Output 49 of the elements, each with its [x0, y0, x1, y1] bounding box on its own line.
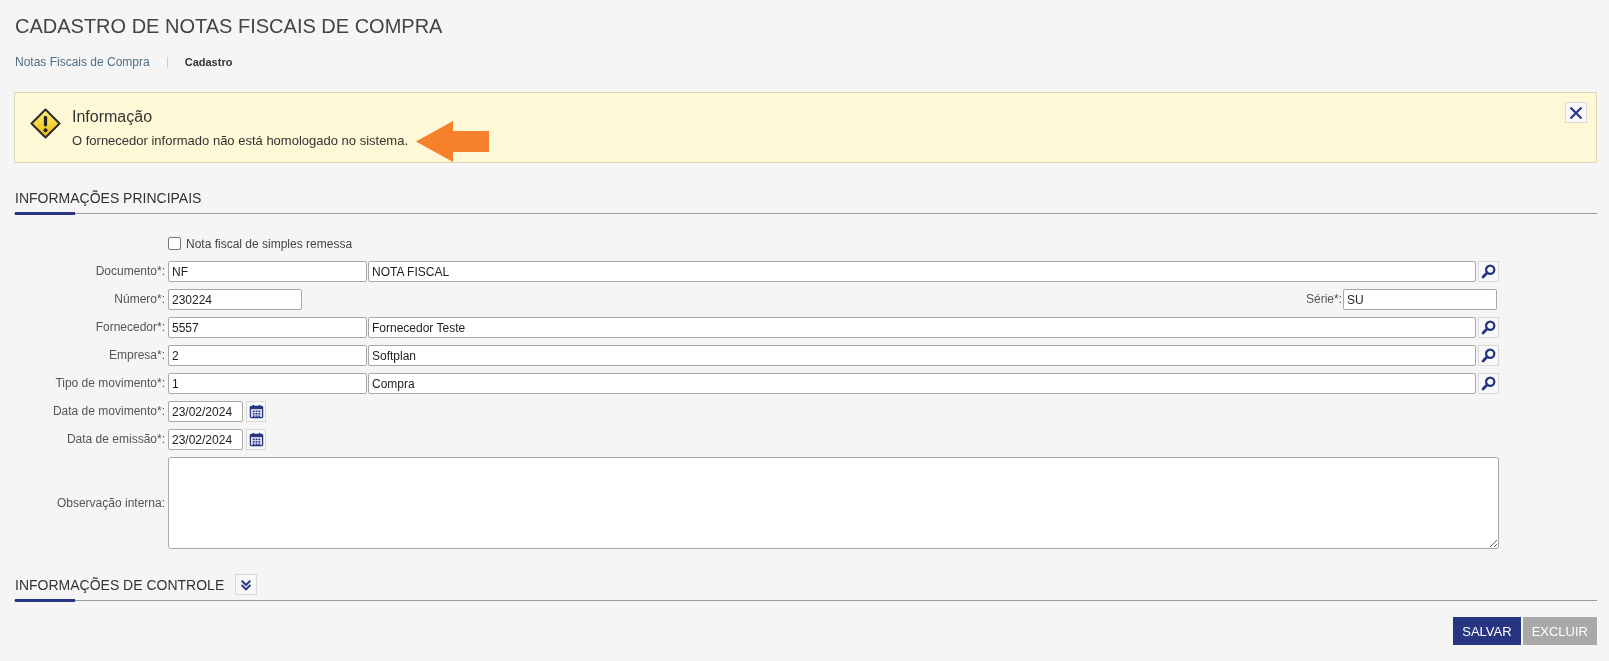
- checkbox-label: Nota fiscal de simples remessa: [186, 236, 353, 251]
- description-field[interactable]: Fornecedor Teste: [368, 317, 1476, 338]
- field-label: Empresa*:: [107, 347, 165, 364]
- description-field[interactable]: Compra: [368, 373, 1476, 394]
- search-button[interactable]: [1478, 261, 1499, 282]
- description-field[interactable]: Softplan: [368, 345, 1476, 366]
- search-icon: [1481, 320, 1496, 335]
- search-button[interactable]: [1478, 373, 1499, 394]
- field-label: Data de movimento*:: [51, 403, 165, 420]
- close-button[interactable]: [1565, 102, 1587, 123]
- alert-title: Informação: [72, 107, 154, 127]
- field-label: Data de emissão*:: [65, 431, 165, 448]
- calendar-button[interactable]: [246, 429, 266, 450]
- description-field[interactable]: NOTA FISCAL: [368, 261, 1476, 282]
- text-field[interactable]: SU: [1343, 289, 1497, 310]
- search-icon: [1481, 376, 1496, 391]
- section-title: INFORMAÇÕES PRINCIPAIS: [15, 189, 202, 208]
- calendar-button[interactable]: [246, 401, 266, 422]
- breadcrumb-link[interactable]: Notas Fiscais de Compra: [15, 54, 150, 70]
- search-button[interactable]: [1478, 345, 1499, 366]
- code-field[interactable]: NF: [168, 261, 367, 282]
- alert-message: O fornecedor informado não está homologado no sistema.: [72, 133, 409, 149]
- search-icon: [1481, 348, 1496, 363]
- close-icon: [1568, 104, 1584, 121]
- field-label: Série*:: [1305, 291, 1342, 308]
- search-icon: [1481, 264, 1496, 279]
- warning-icon: [30, 108, 61, 139]
- field-label: Fornecedor*:: [94, 319, 165, 336]
- text-field[interactable]: 230224: [168, 289, 302, 310]
- code-field[interactable]: 5557: [168, 317, 367, 338]
- action-button[interactable]: SALVAR: [1453, 617, 1521, 645]
- field-label: Tipo de movimento*:: [54, 375, 165, 392]
- code-field[interactable]: 2: [168, 345, 367, 366]
- calendar-icon: [248, 432, 264, 447]
- double-chevron-down-icon: [239, 577, 254, 592]
- code-field[interactable]: 1: [168, 373, 367, 394]
- field-label: Observação interna:: [55, 494, 165, 512]
- current-page-label: Cadastro: [184, 54, 233, 70]
- left-arrow-icon: [416, 121, 490, 162]
- section-title: INFORMAÇÕES DE CONTROLE: [15, 575, 225, 595]
- checkbox[interactable]: [168, 237, 181, 250]
- field-label: Documento*:: [94, 263, 165, 280]
- page-title: CADASTRO DE NOTAS FISCAIS DE COMPRA: [14, 14, 444, 39]
- expand-button[interactable]: [235, 574, 258, 595]
- date-field[interactable]: 23/02/2024: [168, 401, 243, 422]
- search-button[interactable]: [1478, 317, 1499, 338]
- calendar-icon: [248, 404, 264, 419]
- date-field[interactable]: 23/02/2024: [168, 429, 243, 450]
- field-label: Número*:: [113, 291, 165, 308]
